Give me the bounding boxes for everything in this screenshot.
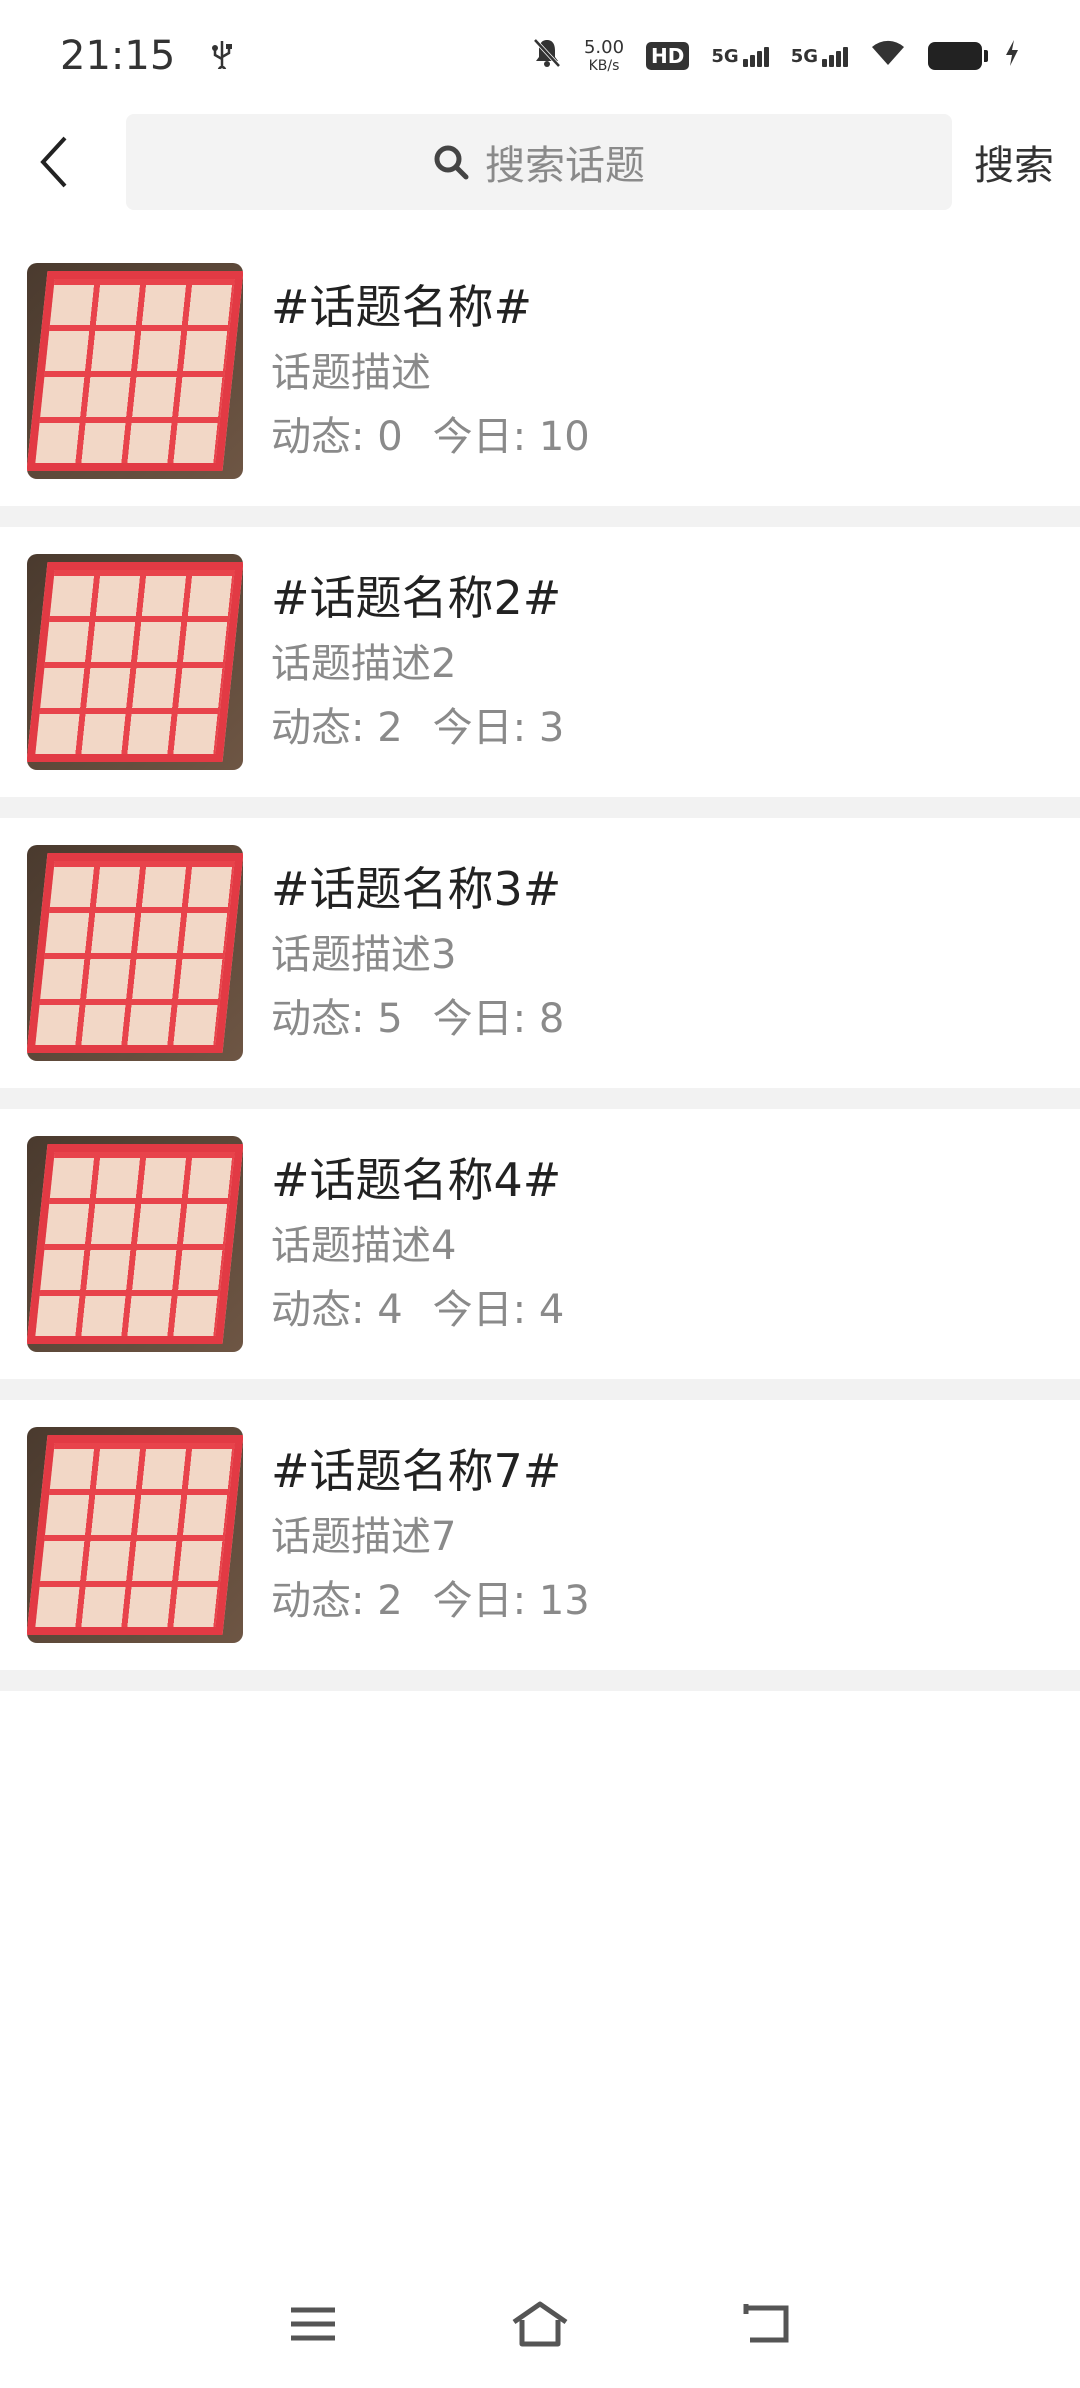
topic-thumbnail bbox=[27, 554, 243, 770]
topic-stats: 动态: 0 今日: 10 bbox=[271, 409, 590, 465]
topic-info: #话题名称2# 话题描述2 动态: 2 今日: 3 bbox=[271, 568, 564, 756]
topic-title: #话题名称3# bbox=[271, 862, 562, 916]
topic-title: #话题名称7# bbox=[271, 1444, 562, 1498]
topic-post-count: 动态: 4 bbox=[271, 1287, 403, 1333]
topic-thumbnail bbox=[27, 1136, 243, 1352]
usb-icon bbox=[209, 33, 235, 79]
search-input[interactable]: 搜索话题 bbox=[126, 114, 952, 210]
topic-list: #话题名称# 话题描述 动态: 0 今日: 10 #话题名称2# 话题描述2 动… bbox=[0, 236, 1080, 1691]
topic-item[interactable]: #话题名称7# 话题描述7 动态: 2 今日: 13 bbox=[0, 1400, 1080, 1670]
topic-post-count: 动态: 0 bbox=[271, 414, 403, 460]
list-divider bbox=[0, 797, 1080, 818]
topic-info: #话题名称3# 话题描述3 动态: 5 今日: 8 bbox=[271, 859, 564, 1047]
home-button[interactable] bbox=[500, 2284, 580, 2364]
list-divider bbox=[0, 1379, 1080, 1400]
topic-today-count: 今日: 13 bbox=[432, 1578, 590, 1624]
net-speed-unit: KB/s bbox=[588, 58, 620, 74]
topic-stats: 动态: 5 今日: 8 bbox=[271, 991, 564, 1047]
topic-title: #话题名称2# bbox=[271, 571, 562, 625]
net-speed: 5.00 KB/s bbox=[583, 37, 625, 74]
search-button[interactable]: 搜索 bbox=[974, 133, 1054, 191]
topic-description: 话题描述3 bbox=[271, 932, 457, 978]
hd-badge: HD bbox=[646, 42, 690, 70]
signal-sim2-icon: 5G bbox=[791, 46, 848, 67]
charging-icon bbox=[1004, 39, 1020, 73]
system-nav-bar bbox=[0, 2260, 1080, 2388]
menu-icon bbox=[291, 2307, 336, 2341]
topic-today-count: 今日: 8 bbox=[432, 996, 565, 1042]
topic-info: #话题名称# 话题描述 动态: 0 今日: 10 bbox=[271, 277, 590, 465]
topic-info: #话题名称4# 话题描述4 动态: 4 今日: 4 bbox=[271, 1150, 564, 1338]
list-divider bbox=[0, 506, 1080, 527]
status-time: 21:15 bbox=[60, 33, 176, 79]
sim1-label: 5G bbox=[711, 45, 739, 67]
search-header: 搜索话题 搜索 bbox=[0, 112, 1080, 212]
topic-item[interactable]: #话题名称2# 话题描述2 动态: 2 今日: 3 bbox=[0, 527, 1080, 797]
back-nav-icon bbox=[743, 2304, 789, 2343]
search-icon bbox=[434, 145, 469, 180]
topic-title: #话题名称# bbox=[271, 280, 533, 334]
status-left: 21:15 bbox=[60, 33, 235, 79]
back-nav-button[interactable] bbox=[727, 2284, 807, 2364]
topic-info: #话题名称7# 话题描述7 动态: 2 今日: 13 bbox=[271, 1441, 590, 1629]
topic-description: 话题描述7 bbox=[271, 1514, 457, 1560]
mute-bell-icon bbox=[532, 37, 562, 75]
topic-today-count: 今日: 4 bbox=[432, 1287, 565, 1333]
battery-icon bbox=[928, 42, 988, 70]
chevron-left-icon bbox=[40, 136, 67, 188]
status-bar: 21:15 5.00 KB/s HD 5G 5G bbox=[0, 0, 1080, 112]
wifi-icon bbox=[870, 39, 906, 73]
topic-thumbnail bbox=[27, 845, 243, 1061]
topic-post-count: 动态: 2 bbox=[271, 705, 403, 751]
topic-post-count: 动态: 2 bbox=[271, 1578, 403, 1624]
status-right: 5.00 KB/s HD 5G 5G bbox=[532, 37, 1020, 75]
signal-sim1-icon: 5G bbox=[711, 45, 769, 67]
topic-item[interactable]: #话题名称4# 话题描述4 动态: 4 今日: 4 bbox=[0, 1109, 1080, 1379]
topic-title: #话题名称4# bbox=[271, 1153, 562, 1207]
menu-button[interactable] bbox=[273, 2284, 353, 2364]
list-divider bbox=[0, 1088, 1080, 1109]
net-speed-value: 5.00 bbox=[583, 37, 625, 58]
home-icon bbox=[512, 2301, 568, 2347]
list-divider bbox=[0, 1670, 1080, 1691]
topic-item[interactable]: #话题名称3# 话题描述3 动态: 5 今日: 8 bbox=[0, 818, 1080, 1088]
topic-today-count: 今日: 10 bbox=[432, 414, 590, 460]
topic-stats: 动态: 4 今日: 4 bbox=[271, 1282, 564, 1338]
sim2-label: 5G bbox=[790, 45, 818, 67]
topic-thumbnail bbox=[27, 263, 243, 479]
topic-thumbnail bbox=[27, 1427, 243, 1643]
topic-description: 话题描述 bbox=[271, 350, 431, 396]
topic-item[interactable]: #话题名称# 话题描述 动态: 0 今日: 10 bbox=[0, 236, 1080, 506]
back-button[interactable] bbox=[0, 112, 110, 212]
topic-stats: 动态: 2 今日: 3 bbox=[271, 700, 564, 756]
topic-description: 话题描述2 bbox=[271, 641, 457, 687]
topic-today-count: 今日: 3 bbox=[432, 705, 565, 751]
topic-description: 话题描述4 bbox=[271, 1223, 457, 1269]
topic-post-count: 动态: 5 bbox=[271, 996, 403, 1042]
topic-stats: 动态: 2 今日: 13 bbox=[271, 1573, 590, 1629]
search-placeholder: 搜索话题 bbox=[485, 143, 645, 189]
